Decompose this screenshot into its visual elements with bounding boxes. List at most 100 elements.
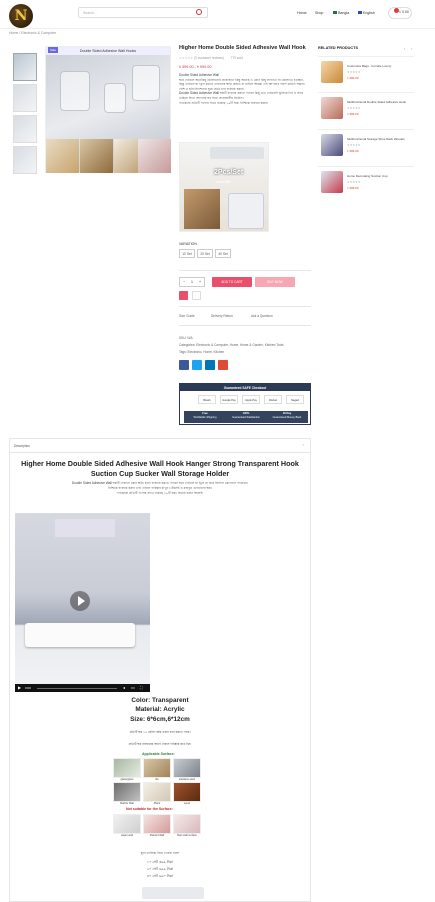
hook-illustration xyxy=(104,83,126,113)
checkout-features: Free Worldwide Shipping 100% Guaranteed Sa… xyxy=(184,411,308,423)
gallery-strip-image[interactable] xyxy=(138,139,171,173)
related-item-name: Multifunctional Storage Shoe Rack Wooden xyxy=(347,137,405,141)
twitter-icon[interactable] xyxy=(192,360,202,370)
quantity-stepper[interactable]: − 1 + xyxy=(179,277,205,287)
description-body: Double Sided Adhesive Wall হুকটি দেয়ালে… xyxy=(14,481,306,496)
linkedin-icon[interactable] xyxy=(205,360,215,370)
search-icon[interactable] xyxy=(196,9,202,15)
price-item: ১০ সেট ৩৯৯ টাকা xyxy=(146,860,174,864)
price-item: ২০ সেট ৬৯৯ টাকা xyxy=(146,867,174,871)
variation-option[interactable]: 10 Set xyxy=(179,249,195,258)
desc-paragraph: ঘরে দেয়ালে অনেকিছু ঝোলানোর প্রয়োজনে কি… xyxy=(179,77,305,91)
chevron-up-icon[interactable]: ⌃ xyxy=(302,444,305,448)
minus-icon[interactable]: − xyxy=(183,280,185,284)
star-icon: ★★★★★ xyxy=(347,70,361,74)
gallery-strip-image[interactable] xyxy=(46,139,79,173)
nav-bangla[interactable]: Bangla xyxy=(333,11,349,15)
thumbnail-4[interactable] xyxy=(13,146,37,174)
surface-tile xyxy=(143,782,171,802)
volume-icon[interactable]: ◂ xyxy=(123,685,125,690)
star-icon: ★★★★★ xyxy=(347,180,361,184)
price-item: ৪০ সেট ৯৯০ টাকা xyxy=(146,874,174,878)
divider xyxy=(179,325,311,326)
surface-label: paper wall xyxy=(121,834,133,837)
plus-icon[interactable]: + xyxy=(199,280,201,284)
video-progress-track[interactable] xyxy=(37,687,117,689)
payment-googlepay-icon: Google Pay xyxy=(220,395,238,404)
surface-tile xyxy=(143,814,171,834)
related-item-name: Multifunctional Double Sided Adhesive Ho… xyxy=(347,100,406,104)
spec-material: Material: Acrylic xyxy=(135,706,185,713)
breadcrumb: Home / Electronic & Computer xyxy=(9,31,57,35)
hook-illustration xyxy=(228,193,264,229)
variation-option[interactable]: 20 Set xyxy=(197,249,213,258)
related-item[interactable]: Customize Bags - Female Luxury ★★★★★ ৳ 3… xyxy=(318,56,414,86)
divider xyxy=(179,306,311,307)
payment-rocket-icon: Rocket xyxy=(264,395,282,404)
power-strip-illustration xyxy=(25,623,135,647)
nav-home[interactable]: Home xyxy=(297,11,307,15)
fullscreen-icon[interactable]: ⛶ xyxy=(140,685,143,690)
add-to-cart-button[interactable]: ADD TO CART xyxy=(212,277,252,287)
feature-sub: Guaranteed Money Back xyxy=(272,415,302,419)
search-input[interactable]: Search... xyxy=(78,7,208,18)
image-banner: Double Sided Adhesive Wall Hooks xyxy=(46,47,170,55)
cart-amount: 0.00 xyxy=(401,10,409,14)
related-item-image xyxy=(321,171,343,193)
related-item-image xyxy=(321,97,343,119)
thumbnail-list xyxy=(13,53,37,177)
email-icon[interactable] xyxy=(218,360,228,370)
hook-illustration xyxy=(60,71,90,111)
payment-bkash-icon: Bkash xyxy=(198,395,216,404)
related-item[interactable]: Multifunctional Double Sided Adhesive Ho… xyxy=(318,92,414,122)
nav-english[interactable]: English xyxy=(358,11,375,15)
product-title: Higher Home Double Sided Adhesive Wall H… xyxy=(179,45,306,51)
delivery-return-link[interactable]: Delivery Return xyxy=(211,314,233,318)
buy-now-button[interactable]: BUY NOW xyxy=(255,277,295,287)
compare-icon[interactable] xyxy=(192,291,201,300)
surface-tile xyxy=(173,782,201,802)
nav-bangla-label: Bangla xyxy=(338,11,350,15)
spec-color: Color: Transparent xyxy=(131,697,189,704)
quantity-value: 1 xyxy=(191,280,193,284)
thumbnail-1[interactable] xyxy=(13,53,37,81)
tab-description[interactable]: Description xyxy=(14,444,30,448)
feature-title: Free xyxy=(202,412,208,415)
surface-label: Marble Slab xyxy=(120,802,134,805)
size-guide-link[interactable]: Size Guide xyxy=(179,314,195,318)
related-item[interactable]: Multifunctional Storage Shoe Rack Wooden… xyxy=(318,129,414,159)
cart-button[interactable]: ৳ 0.00 xyxy=(388,7,412,19)
feature-title: 100% xyxy=(242,412,250,415)
site-logo[interactable]: N xyxy=(9,4,33,28)
chevron-left-icon[interactable]: ‹ xyxy=(404,46,405,51)
description-title: Higher Home Double Sided Adhesive Wall H… xyxy=(21,459,299,478)
tags: Tags: Electronic, Home, Kitchen xyxy=(179,350,225,354)
price-heading: মূল্য তালিকা নিচে দেওয়া হলো xyxy=(140,851,180,855)
facebook-icon[interactable] xyxy=(179,360,189,370)
pip-icon[interactable]: ▭ xyxy=(131,685,135,690)
surface-tile xyxy=(113,814,141,834)
related-item-image xyxy=(321,61,343,83)
feature-sub: Guaranteed Satisfaction xyxy=(232,415,260,419)
related-item-price: ৳ 399.00 xyxy=(347,76,359,80)
gallery-strip-image[interactable] xyxy=(80,139,113,173)
hook-illustration xyxy=(210,147,264,159)
nav-shop[interactable]: Shop xyxy=(315,11,323,15)
product-video[interactable]: ▶ 0:00 ◂ ▭ ⛶ xyxy=(15,513,150,692)
divider xyxy=(179,270,311,271)
wishlist-heart-icon[interactable] xyxy=(179,291,188,300)
ask-question-link[interactable]: Ask a Question xyxy=(251,314,273,318)
feature-satisfaction: 100% Guaranteed Satisfaction xyxy=(231,412,261,419)
thumbnail-3[interactable] xyxy=(13,115,37,143)
chevron-right-icon[interactable]: › xyxy=(411,46,412,51)
play-small-icon[interactable]: ▶ xyxy=(18,685,21,690)
payment-nagad-icon: Nagad xyxy=(286,395,304,404)
variation-option[interactable]: 40 Set xyxy=(215,249,231,258)
video-controls: ▶ 0:00 ◂ ▭ ⛶ xyxy=(15,684,150,692)
related-item-price: ৳ 399.00 xyxy=(347,112,359,116)
related-item[interactable]: Home Decorating Suction Cup ★★★★★ ৳ 399.… xyxy=(318,166,414,196)
related-item-name: Customize Bags - Female Luxury xyxy=(347,64,392,68)
play-icon[interactable] xyxy=(70,591,90,611)
star-icon: ★★★★★ xyxy=(179,56,194,60)
thumbnail-2[interactable] xyxy=(13,84,37,112)
